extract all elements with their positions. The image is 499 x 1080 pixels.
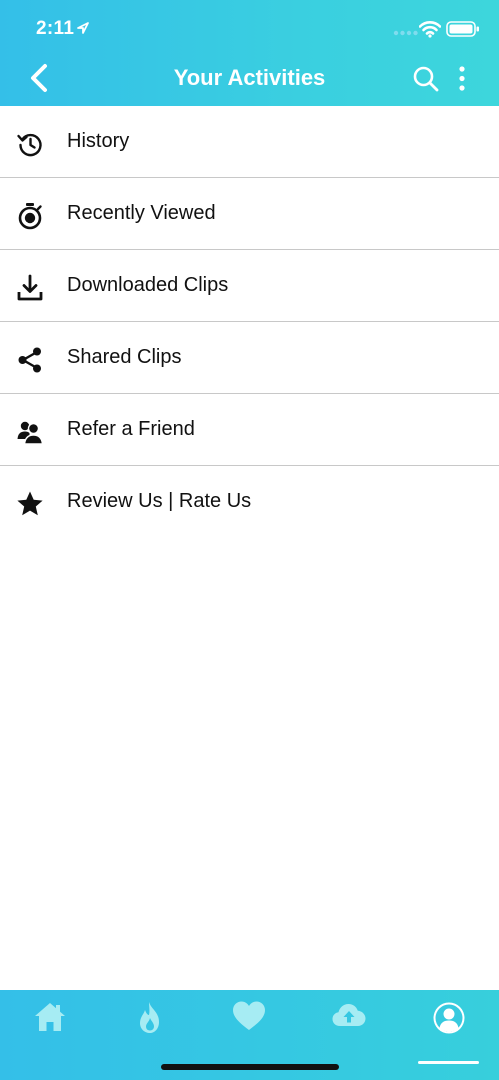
menu-item-shared-clips[interactable]: Shared Clips [0, 322, 499, 394]
navbar: Your Activities [0, 50, 499, 106]
download-icon [17, 274, 43, 301]
profile-icon [433, 1002, 465, 1034]
menu-item-label: Shared Clips [67, 346, 182, 368]
menu-item-label: History [67, 130, 130, 152]
more-vertical-icon[interactable] [452, 64, 472, 94]
status-time: 2:11 [36, 18, 75, 39]
menu-item-label: Review Us | Rate Us [67, 490, 252, 512]
menu-item-label: Recently Viewed [67, 202, 216, 224]
location-arrow-icon [77, 22, 89, 34]
home-indicator [161, 1064, 339, 1070]
menu-item-label: Downloaded Clips [67, 274, 229, 296]
menu-item-recently-viewed[interactable]: Recently Viewed [0, 178, 499, 250]
cellular-signal-icon [393, 30, 418, 36]
battery-icon [446, 21, 479, 37]
menu-item-review-rate[interactable]: Review Us | Rate Us [0, 466, 499, 538]
status-bar: 2:11 [0, 0, 499, 50]
stopwatch-icon [18, 203, 42, 230]
back-chevron-icon[interactable] [24, 62, 56, 94]
heart-icon [233, 1001, 266, 1030]
tab-profile[interactable] [399, 990, 499, 1048]
flame-icon [139, 1002, 159, 1033]
refer-friend-icon [17, 421, 44, 445]
tab-favorites[interactable] [200, 990, 300, 1048]
history-icon [17, 133, 42, 157]
menu-item-refer-a-friend[interactable]: Refer a Friend [0, 394, 499, 466]
menu-item-history[interactable]: History [0, 106, 499, 178]
menu-item-label: Refer a Friend [67, 418, 195, 440]
wifi-icon [419, 21, 441, 38]
tab-home[interactable] [0, 990, 100, 1048]
share-icon [18, 347, 41, 373]
app-header: 2:11 Your Activities [0, 0, 499, 106]
tab-upload[interactable] [299, 990, 399, 1048]
star-icon [17, 491, 43, 516]
activities-menu: History Recently Viewed Downloaded Clips… [0, 106, 499, 538]
active-tab-indicator [418, 1061, 479, 1064]
cloud-upload-icon [332, 1004, 366, 1026]
tab-trending[interactable] [100, 990, 200, 1048]
home-icon [34, 1003, 65, 1031]
search-icon[interactable] [412, 65, 440, 93]
menu-item-downloaded-clips[interactable]: Downloaded Clips [0, 250, 499, 322]
